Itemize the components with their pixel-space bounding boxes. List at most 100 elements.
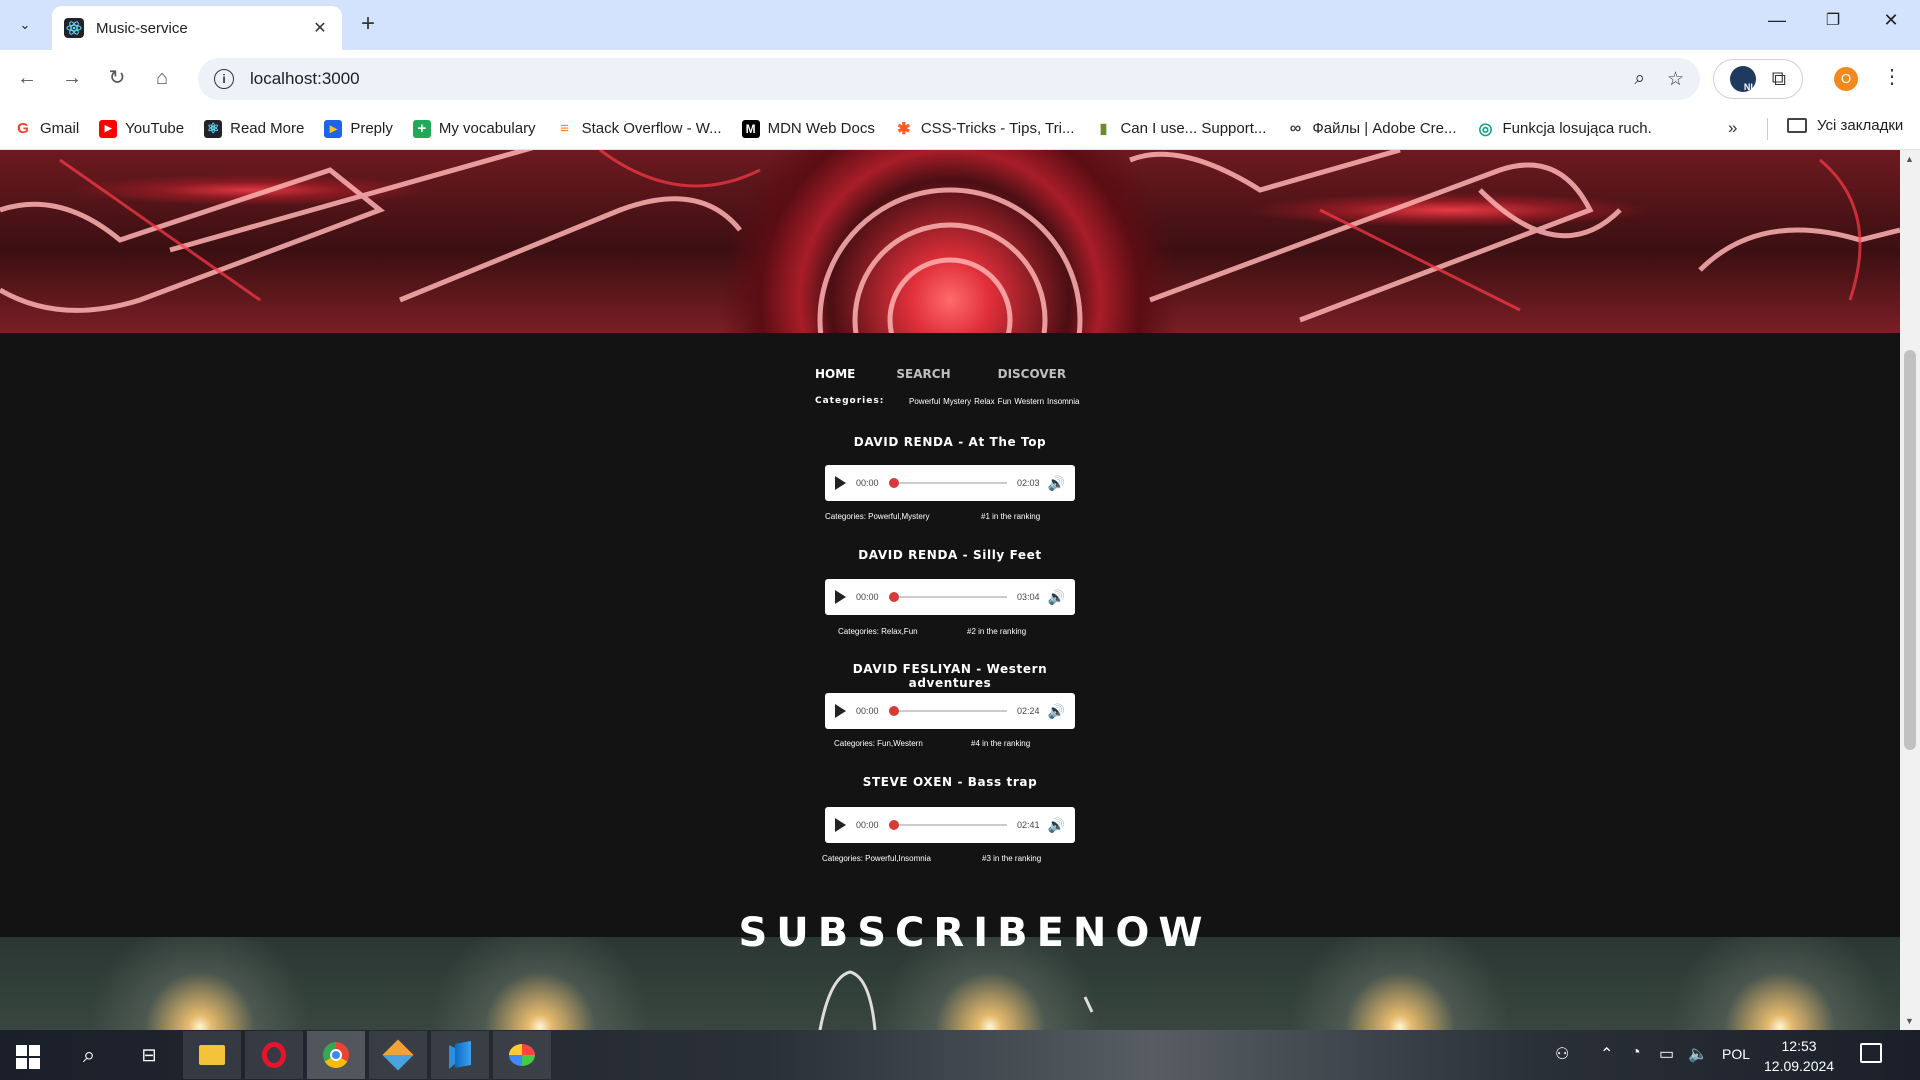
category-western[interactable]: Western [1014,397,1044,406]
category-insomnia[interactable]: Insomnia [1047,397,1079,406]
track-categories: Categories: Powerful,Mystery [825,512,930,521]
play-icon[interactable] [835,590,846,604]
duration: 02:24 [1017,706,1040,716]
profile-avatar[interactable]: O [1834,67,1858,91]
bookmark-label: YouTube [125,120,185,137]
volume-icon[interactable]: 🔊 [1048,475,1065,492]
seek-bar[interactable] [888,820,1008,830]
seek-thumb[interactable] [888,478,899,488]
nav-search[interactable]: SEARCH [896,367,950,381]
gmail-icon: G [14,119,32,138]
chrome-icon[interactable] [307,1031,365,1079]
play-icon[interactable] [835,476,846,490]
bookmark-adobe[interactable]: ∞ Файлы | Adobe Cre... [1286,119,1457,138]
people-icon[interactable]: ⚇ [1555,1044,1569,1064]
language-indicator[interactable]: POL [1722,1046,1750,1062]
bookmark-read-more[interactable]: ⚛ Read More [204,119,304,138]
openai-icon: ◎ [1476,119,1495,138]
current-time: 00:00 [856,820,879,830]
back-icon[interactable]: ← [12,63,42,93]
opera-icon[interactable] [245,1031,303,1079]
all-bookmarks-button[interactable]: Усі закладки [1787,117,1903,134]
mdn-icon: M [741,119,760,138]
volume-tray-icon[interactable]: 🔈 [1688,1044,1708,1064]
bookmark-gmail[interactable]: G Gmail [14,119,79,138]
bookmark-star-icon[interactable]: ☆ [1667,68,1684,91]
address-bar[interactable]: i localhost:3000 ⌕ ☆ [198,58,1700,100]
nav-discover[interactable]: DISCOVER [998,367,1066,381]
categories-label: Categories: [815,396,885,406]
forward-icon[interactable]: → [57,63,87,93]
active-tab[interactable]: Music-service ✕ [52,6,342,50]
gitkraken-icon[interactable] [369,1031,427,1079]
search-icon[interactable]: ⌕ [60,1031,118,1079]
minimize-icon[interactable]: — [1762,10,1792,31]
category-relax[interactable]: Relax [974,397,994,406]
windows-taskbar: ⌕ ⊟ ⚇ ⌃ ◔ ▭ 🔈 POL 12:53 12.09.2024 [0,1030,1920,1080]
nl-extension-icon[interactable]: NL [1729,66,1756,92]
restore-icon[interactable]: ❐ [1818,10,1848,30]
bookmark-chatgpt[interactable]: ◎ Funkcja losująca ruch. [1476,119,1652,138]
category-powerful[interactable]: Powerful [909,397,940,406]
file-explorer-icon[interactable] [183,1031,241,1079]
preply-icon: ▸ [324,119,343,138]
extensions-puzzle-icon[interactable]: ⧉ [1772,68,1786,91]
bookmark-label: Can I use... Support... [1120,120,1267,137]
react-favicon-icon [64,18,84,38]
site-info-icon[interactable]: i [214,69,234,89]
bookmark-can-i-use[interactable]: ▮ Can I use... Support... [1094,119,1267,138]
more-bookmarks-icon[interactable]: » [1728,118,1737,138]
bookmark-mdn[interactable]: M MDN Web Docs [741,119,875,138]
seek-bar[interactable] [888,592,1008,602]
vscode-icon[interactable] [431,1031,489,1079]
hero-neon-image [0,150,1900,333]
play-icon[interactable] [835,818,846,832]
category-fun[interactable]: Fun [998,397,1012,406]
task-view-icon[interactable]: ⊟ [120,1031,178,1079]
url-text[interactable]: localhost:3000 [250,69,1612,89]
bookmark-css-tricks[interactable]: ✱ CSS-Tricks - Tips, Tri... [894,119,1074,138]
paint-icon[interactable] [493,1031,551,1079]
close-window-icon[interactable]: ✕ [1876,10,1906,31]
track-categories: Categories: Powerful,Insomnia [822,854,931,863]
bookmark-stack-overflow[interactable]: ≡ Stack Overflow - W... [555,119,722,138]
scroll-down-icon[interactable]: ▼ [1905,1016,1914,1026]
seek-thumb[interactable] [888,706,899,716]
notifications-icon[interactable] [1860,1043,1882,1063]
page-scrollbar[interactable]: ▲ ▼ [1900,150,1920,1030]
seek-thumb[interactable] [888,592,899,602]
volume-icon[interactable]: 🔊 [1048,817,1065,834]
volume-icon[interactable]: 🔊 [1048,589,1065,606]
bookmark-preply[interactable]: ▸ Preply [324,119,393,138]
audio-player: 00:00 02:24 🔊 [825,693,1075,729]
browser-menu-icon[interactable]: ⋮ [1882,64,1902,89]
new-tab-icon[interactable]: + [355,12,381,38]
audio-player: 00:00 02:03 🔊 [825,465,1075,501]
network-icon[interactable]: ◔ [1631,1044,1641,1062]
bookmark-youtube[interactable]: ▶ YouTube [99,119,185,138]
subscribe-heading[interactable]: SUBSCRIBENOW [0,910,1900,956]
show-hidden-icons[interactable]: ⌃ [1600,1044,1613,1064]
bookmark-my-vocabulary[interactable]: + My vocabulary [412,119,536,138]
scroll-up-icon[interactable]: ▲ [1905,154,1914,164]
reload-icon[interactable]: ↻ [102,63,132,93]
current-time: 00:00 [856,592,879,602]
seek-thumb[interactable] [888,820,899,830]
volume-icon[interactable]: 🔊 [1048,703,1065,720]
category-mystery[interactable]: Mystery [943,397,971,406]
track-title: DAVID RENDA - Silly Feet [858,548,1042,562]
tab-search-dropdown-icon[interactable]: ⌄ [12,12,38,38]
seek-bar[interactable] [888,478,1008,488]
system-clock[interactable]: 12:53 12.09.2024 [1764,1036,1834,1076]
zoom-icon[interactable]: ⌕ [1634,68,1645,90]
nav-home[interactable]: HOME [815,367,855,381]
track-title: DAVID RENDA - At The Top [853,435,1047,449]
scroll-thumb[interactable] [1904,350,1916,750]
play-icon[interactable] [835,704,846,718]
bookmark-label: Preply [350,120,393,137]
battery-icon[interactable]: ▭ [1659,1044,1674,1064]
close-tab-icon[interactable]: ✕ [310,18,330,38]
seek-bar[interactable] [888,706,1008,716]
home-icon[interactable]: ⌂ [147,63,177,93]
start-icon[interactable] [16,1045,40,1069]
